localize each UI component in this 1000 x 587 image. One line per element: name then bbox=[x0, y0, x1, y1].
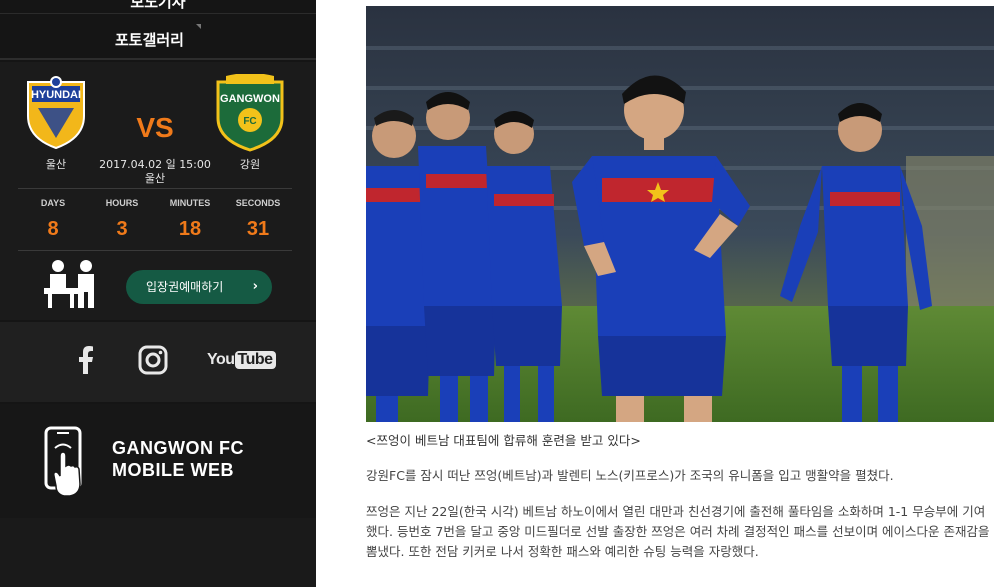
mobile-web-banner[interactable]: GANGWON FC MOBILE WEB bbox=[0, 404, 316, 518]
countdown-seconds-label: SECONDS bbox=[235, 198, 281, 208]
youtube-icon[interactable]: You Tube bbox=[207, 349, 276, 371]
buy-ticket-button[interactable]: 입장권예매하기 › bbox=[126, 270, 272, 304]
divider bbox=[18, 188, 292, 189]
facebook-icon[interactable] bbox=[78, 346, 94, 374]
instagram-icon[interactable] bbox=[138, 345, 168, 375]
chevron-right-icon: › bbox=[252, 279, 258, 294]
sidebar-footer bbox=[0, 518, 316, 587]
social-links: You Tube bbox=[0, 322, 316, 402]
countdown-minutes-label: MINUTES bbox=[169, 198, 211, 208]
corner-arrow-icon bbox=[196, 24, 201, 29]
photo-caption: <쯔엉이 베트남 대표팀에 합류해 훈련을 받고 있다> bbox=[366, 433, 641, 448]
menu-item-press[interactable]: 보도기사 bbox=[0, 0, 316, 14]
ticket-booth-icon bbox=[44, 260, 94, 308]
menu-item-label: 포토갤러리 bbox=[114, 31, 184, 49]
countdown-days-value: 8 bbox=[47, 218, 59, 240]
countdown-seconds-value: 31 bbox=[246, 218, 270, 240]
menu-item-label: 보도기사 bbox=[130, 0, 186, 11]
gangwon-fc-logo[interactable]: GANGWON FC bbox=[212, 74, 288, 152]
mobile-web-title-line2: MOBILE WEB bbox=[112, 460, 234, 480]
vs-label: VS bbox=[136, 112, 174, 143]
mobile-web-title-line1: GANGWON FC bbox=[112, 438, 244, 458]
next-match-panel: HYUNDAI 울산 VS 2017.04.02 일 15:00 울산 GANG… bbox=[0, 62, 316, 320]
article-paragraph: 쯔엉은 지난 22일(한국 시각) 베트남 하노이에서 열린 대만과 친선경기에… bbox=[366, 504, 990, 559]
youtube-tube-text: Tube bbox=[234, 351, 276, 369]
divider bbox=[0, 58, 316, 60]
ulsan-hyundai-logo[interactable]: HYUNDAI bbox=[24, 76, 88, 150]
countdown-hours-label: HOURS bbox=[105, 198, 139, 208]
svg-text:FC: FC bbox=[243, 116, 256, 127]
away-logo-text: GANGWON bbox=[220, 93, 280, 105]
sidebar: 보도기사 포토갤러리 HYUNDAI 울산 VS 2017.04.02 일 15… bbox=[0, 0, 316, 587]
away-team-name: 강원 bbox=[239, 158, 261, 171]
divider bbox=[18, 250, 292, 251]
buy-ticket-label: 입장권예매하기 bbox=[146, 280, 224, 294]
players-training-photo bbox=[366, 6, 994, 422]
countdown-minutes-value: 18 bbox=[178, 218, 202, 240]
home-logo-text: HYUNDAI bbox=[31, 89, 81, 101]
youtube-you-text: You bbox=[207, 351, 235, 368]
menu-item-photo-gallery[interactable]: 포토갤러리 bbox=[0, 22, 316, 58]
phone-tap-icon bbox=[44, 426, 82, 497]
article-paragraph: 강원FC를 잠시 떠난 쯔엉(베트남)과 발렌티 노스(키프로스)가 조국의 유… bbox=[366, 468, 894, 483]
countdown-hours-value: 3 bbox=[116, 218, 128, 240]
article-photo bbox=[366, 6, 994, 422]
match-venue: 울산 bbox=[144, 172, 166, 185]
countdown-days-label: DAYS bbox=[40, 198, 66, 208]
